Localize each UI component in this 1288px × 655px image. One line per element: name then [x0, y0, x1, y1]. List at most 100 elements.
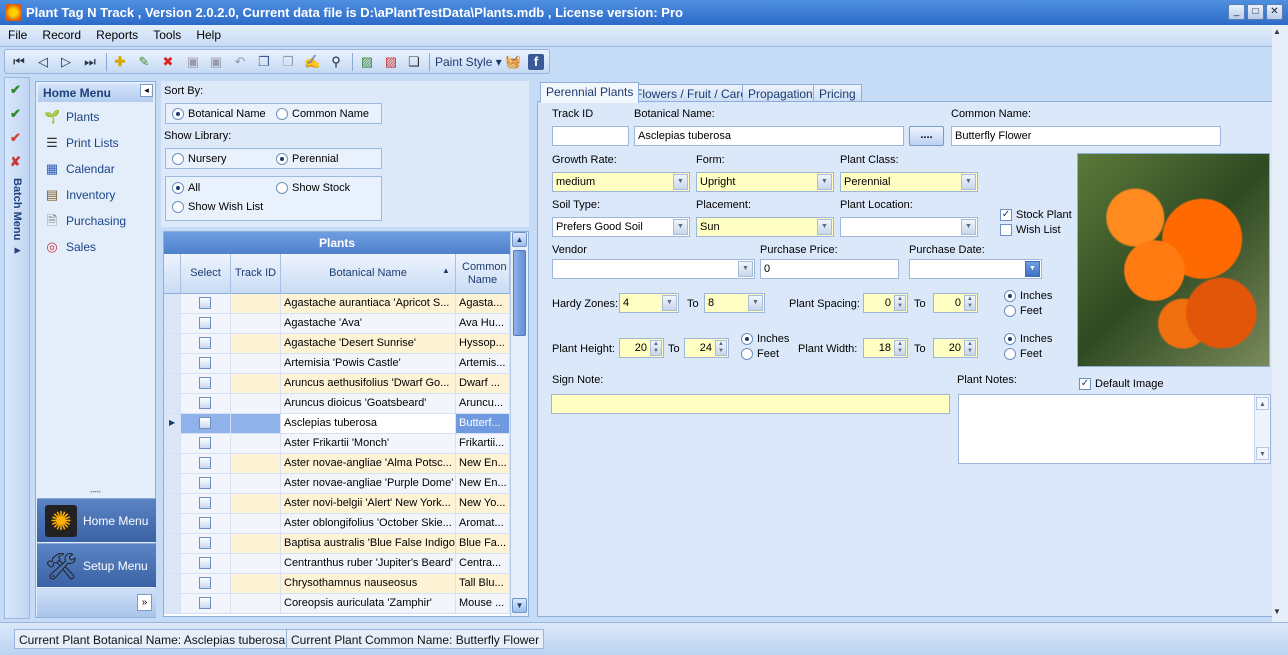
common-name-field[interactable]: Butterfly Flower — [951, 126, 1221, 146]
row-indicator[interactable] — [164, 354, 181, 373]
table-row[interactable]: Centranthus ruber 'Jupiter's Beard' Centr… — [164, 554, 510, 574]
select-checkbox[interactable] — [199, 517, 211, 529]
select-cell[interactable] — [181, 374, 231, 393]
tab-perennial-plants[interactable]: Perennial Plants — [540, 82, 640, 103]
menu-file[interactable]: File — [0, 25, 33, 45]
paint-style-dropdown[interactable]: Paint Style ▾ — [435, 55, 502, 69]
chevron-down-icon[interactable]: ▼ — [673, 174, 688, 190]
library-nursery-radio[interactable] — [172, 153, 184, 165]
splitter-grip[interactable]: ••••• — [36, 490, 155, 496]
row-indicator[interactable] — [164, 574, 181, 593]
track-id-field[interactable] — [552, 126, 629, 146]
select-cell[interactable] — [181, 494, 231, 513]
vendor-dropdown[interactable]: ▼ — [552, 259, 755, 279]
select-checkbox[interactable] — [199, 557, 211, 569]
stock-plant-checkbox[interactable]: ✓ — [1000, 209, 1012, 221]
table-row[interactable]: Agastache aurantiaca 'Apricot S... Agasta… — [164, 294, 510, 314]
column-track-id[interactable]: Track ID — [231, 254, 281, 294]
table-row[interactable]: Aster Frikartii 'Monch' Frikartii... — [164, 434, 510, 454]
spacing-feet-radio[interactable] — [1004, 305, 1016, 317]
check-small-icon[interactable]: ✔ — [10, 106, 25, 121]
default-image-checkbox[interactable]: ✓ — [1079, 378, 1091, 390]
select-cell[interactable] — [181, 354, 231, 373]
spinner-arrows-icon[interactable]: ▲ ▼ — [715, 340, 727, 356]
chevron-down-icon[interactable]: ▼ — [817, 174, 832, 190]
table-row[interactable]: Aster novae-angliae 'Purple Dome' New En.… — [164, 474, 510, 494]
facebook-icon[interactable]: f — [528, 54, 544, 70]
select-checkbox[interactable] — [199, 417, 211, 429]
tab-pricing[interactable]: Pricing — [813, 84, 862, 102]
expand-more-icon[interactable]: » — [137, 594, 152, 611]
purchase-price-field[interactable]: 0 — [760, 259, 899, 279]
plant-location-dropdown[interactable]: ▼ — [840, 217, 978, 237]
undo-icon[interactable]: ↶ — [232, 54, 248, 70]
table-row[interactable]: Agastache 'Ava' Ava Hu... — [164, 314, 510, 334]
select-checkbox[interactable] — [199, 337, 211, 349]
soil-type-dropdown[interactable]: Prefers Good Soil ▼ — [552, 217, 690, 237]
row-indicator[interactable]: ▶ — [164, 414, 181, 433]
row-indicator[interactable] — [164, 334, 181, 353]
spacing-from-spinner[interactable]: 0 ▲ ▼ — [863, 293, 908, 313]
height-inches-radio[interactable] — [741, 333, 753, 345]
scroll-down-icon[interactable]: ▼ — [1273, 607, 1281, 616]
chevron-down-icon[interactable]: ▼ — [817, 219, 832, 235]
table-row[interactable]: Agastache 'Desert Sunrise' Hyssop... — [164, 334, 510, 354]
row-indicator[interactable] — [164, 554, 181, 573]
table-row[interactable]: ▶ Asclepias tuberosa Butterf... — [164, 414, 510, 434]
plant-image[interactable] — [1077, 153, 1270, 367]
form-dropdown[interactable]: Upright ▼ — [696, 172, 834, 192]
chevron-down-icon[interactable]: ▼ — [961, 174, 976, 190]
grid-scrollbar[interactable]: ▲ ▼ — [510, 232, 528, 616]
select-checkbox[interactable] — [199, 297, 211, 309]
select-cell[interactable] — [181, 454, 231, 473]
scroll-down-icon[interactable]: ▼ — [1256, 447, 1269, 460]
setup-menu-button[interactable]: 🛠 Setup Menu — [37, 543, 156, 587]
select-cell[interactable] — [181, 434, 231, 453]
browse-button[interactable]: .... — [909, 126, 944, 146]
hardy-zone-to[interactable]: 8 ▼ — [704, 293, 765, 313]
spacing-inches-radio[interactable] — [1004, 290, 1016, 302]
placement-dropdown[interactable]: Sun ▼ — [696, 217, 834, 237]
select-cell[interactable] — [181, 554, 231, 573]
purchase-date-picker[interactable]: ▼ — [909, 259, 1042, 279]
check-edit-icon[interactable]: ✔ — [10, 130, 25, 145]
library-perennial-radio[interactable] — [276, 153, 288, 165]
select-cell[interactable] — [181, 594, 231, 613]
notes-scrollbar[interactable]: ▲ ▼ — [1254, 395, 1270, 463]
maximize-button[interactable]: □ — [1247, 4, 1264, 20]
chevron-down-icon[interactable]: ▼ — [673, 219, 688, 235]
row-indicator[interactable] — [164, 454, 181, 473]
spinner-arrows-icon[interactable]: ▲ ▼ — [894, 340, 906, 356]
width-to-spinner[interactable]: 20 ▲ ▼ — [933, 338, 978, 358]
select-cell[interactable] — [181, 514, 231, 533]
table-row[interactable]: Chrysothamnus nauseosus Tall Blu... — [164, 574, 510, 594]
menu-help[interactable]: Help — [190, 25, 227, 45]
scroll-thumb[interactable] — [513, 250, 526, 336]
plant-class-dropdown[interactable]: Perennial ▼ — [840, 172, 978, 192]
select-checkbox[interactable] — [199, 577, 211, 589]
filter-stock-radio[interactable] — [276, 182, 288, 194]
column-select[interactable]: Select — [181, 254, 231, 294]
table-row[interactable]: Aruncus aethusifolius 'Dwarf Go... Dwarf … — [164, 374, 510, 394]
save-icon[interactable]: ▣ — [185, 54, 201, 70]
select-checkbox[interactable] — [199, 317, 211, 329]
select-cell[interactable] — [181, 414, 231, 433]
spinner-arrows-icon[interactable]: ▲ ▼ — [650, 340, 662, 356]
table-row[interactable]: Aster oblongifolius 'October Skie... Arom… — [164, 514, 510, 534]
height-feet-radio[interactable] — [741, 348, 753, 360]
spinner-arrows-icon[interactable]: ▲ ▼ — [894, 295, 906, 311]
calendar-dropdown-icon[interactable]: ▼ — [1025, 261, 1040, 277]
prev-icon[interactable]: ◁ — [35, 54, 51, 70]
select-checkbox[interactable] — [199, 597, 211, 609]
select-cell[interactable] — [181, 574, 231, 593]
sort-botanical-radio[interactable] — [172, 108, 184, 120]
select-checkbox[interactable] — [199, 397, 211, 409]
menu-tools[interactable]: Tools — [147, 25, 187, 45]
table-row[interactable]: Coreopsis auriculata 'Zamphir' Mouse ... — [164, 594, 510, 614]
row-indicator[interactable] — [164, 374, 181, 393]
select-cell[interactable] — [181, 314, 231, 333]
select-cell[interactable] — [181, 474, 231, 493]
select-checkbox[interactable] — [199, 497, 211, 509]
note-icon[interactable]: ✍ — [304, 54, 320, 70]
row-indicator[interactable] — [164, 594, 181, 613]
